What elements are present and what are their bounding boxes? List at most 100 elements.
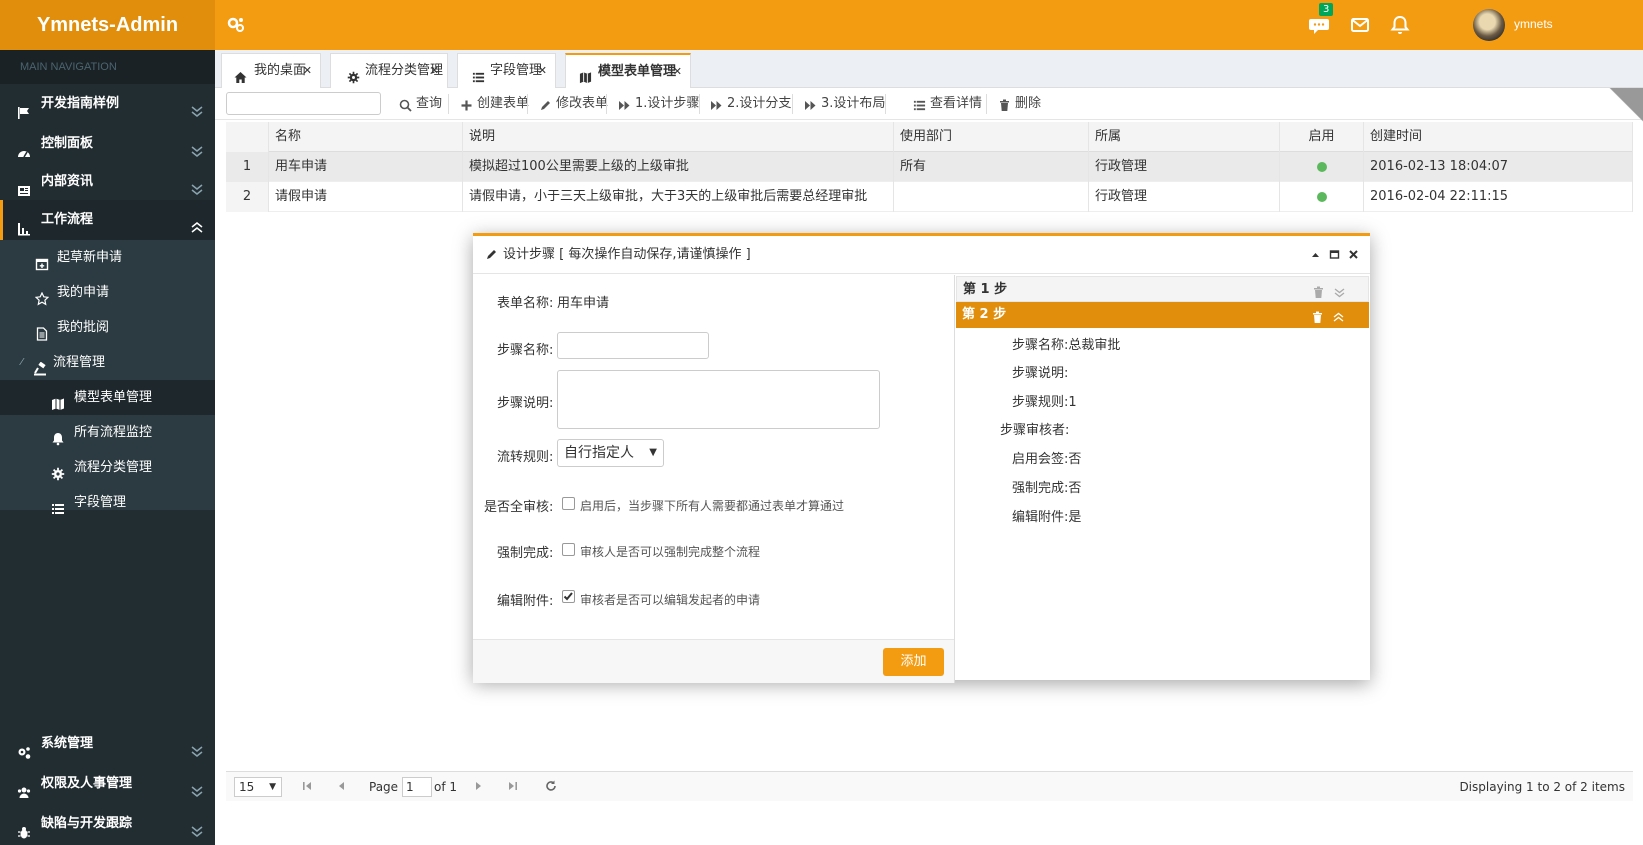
mail-icon[interactable] (1349, 14, 1371, 36)
edit-form-button[interactable]: 修改表单 (539, 92, 608, 116)
gavel-icon (33, 355, 47, 376)
chevron-down-icon (189, 174, 205, 195)
pagination-bar: 15 ▼ Page 1 of 1 Displaying 1 to 2 of 2 i… (226, 771, 1633, 801)
header-cell[interactable]: 启用 (1280, 122, 1364, 152)
step-1-header[interactable]: 第 1 步 (956, 276, 1369, 302)
chevron-up-icon (189, 212, 205, 233)
close-icon[interactable]: ✕ (303, 54, 312, 87)
step-list: 第 1 步 第 2 步 步骤名称:总裁审批 步骤说明: 步骤规则:1 步骤审核者… (955, 275, 1370, 683)
form-name-value: 用车申请 (557, 296, 610, 311)
step-form: 表单名称: 用车申请 步骤名称: 步骤说明: 流转规则: 自行指定人 ▼ 是否全审… (473, 275, 954, 639)
trash-icon (998, 97, 1011, 111)
sidebar-subitem-label: 流程管理 (53, 355, 106, 370)
page-size-select[interactable]: 15 ▼ (234, 777, 282, 797)
refresh-icon[interactable] (544, 779, 558, 793)
fast-forward-icon (618, 97, 631, 110)
header-cell[interactable]: 名称 (269, 122, 463, 152)
add-step-button[interactable]: 添加 (883, 648, 944, 676)
sidebar-toggle-icon[interactable] (226, 15, 246, 35)
header-cell[interactable]: 创建时间 (1364, 122, 1633, 152)
header-cell[interactable]: 所属 (1089, 122, 1280, 152)
home-icon (234, 64, 247, 83)
messages-badge: 3 (1319, 3, 1334, 16)
sidebar-subitem-fields[interactable]: 字段管理 (0, 485, 215, 520)
design-layout-button[interactable]: 3.设计布局 (804, 92, 885, 116)
toolbar-divider (792, 94, 793, 114)
calendar-plus-icon (35, 250, 49, 271)
force-complete-checkbox[interactable] (562, 543, 575, 556)
header-cell[interactable]: 说明 (463, 122, 894, 152)
tab-desktop[interactable]: 我的桌面 ✕ (221, 53, 321, 88)
sidebar-subitem-flow-manage[interactable]: ⁄ 流程管理 (0, 345, 215, 380)
sidebar-subitem-my-reviews[interactable]: 我的批阅 (0, 310, 215, 345)
sidebar-subitem-category[interactable]: 流程分类管理 (0, 450, 215, 485)
step-desc-textarea[interactable] (557, 370, 880, 429)
first-page-icon[interactable] (300, 779, 314, 793)
brand-logo[interactable]: Ymnets-Admin (0, 0, 215, 50)
table-row[interactable]: 1 用车申请 模拟超过100公里需要上级的上级审批 所有 行政管理 2016-0… (226, 152, 1633, 182)
query-button[interactable]: 查询 (399, 92, 442, 116)
document-icon (35, 320, 49, 341)
chevron-down-icon[interactable] (1333, 283, 1346, 298)
detail-force-complete: 强制完成:否 (1012, 477, 1081, 496)
nav-header: MAIN NAVIGATION (0, 50, 215, 84)
messages-icon[interactable] (1308, 14, 1330, 36)
design-branch-button[interactable]: 2.设计分支 (710, 92, 791, 116)
sidebar-item-dashboard[interactable]: 控制面板 (0, 124, 215, 164)
detail-label: 步骤说明: (1012, 366, 1069, 381)
maximize-icon[interactable] (1328, 248, 1341, 261)
cell-dept: 所有 (894, 152, 1089, 182)
flow-rule-select[interactable]: 自行指定人 ▼ (557, 439, 664, 467)
detail-countersign: 启用会签:否 (1012, 448, 1081, 467)
sidebar-item-news[interactable]: 内部资讯 (0, 162, 215, 202)
view-details-button[interactable]: 查看详情 (913, 92, 982, 116)
sidebar-subitem-label: 我的申请 (57, 285, 110, 300)
header-cell[interactable]: 使用部门 (894, 122, 1089, 152)
delete-button[interactable]: 删除 (998, 92, 1041, 116)
step-name-input[interactable] (557, 332, 709, 359)
next-page-icon[interactable] (472, 779, 486, 793)
detail-value: 1 (1068, 395, 1077, 410)
chevron-down-icon (189, 136, 205, 157)
sidebar-item-workflow[interactable]: 工作流程 (0, 200, 215, 240)
list-icon (51, 495, 65, 514)
close-icon[interactable]: ✕ (538, 54, 547, 87)
close-icon[interactable]: ✕ (673, 55, 682, 88)
close-icon[interactable] (1347, 248, 1360, 261)
tab-model-form[interactable]: 模型表单管理 ✕ (565, 53, 691, 88)
user-avatar[interactable] (1473, 9, 1505, 41)
sidebar-subitem-my-requests[interactable]: 我的申请 (0, 275, 215, 310)
notifications-bell-icon[interactable] (1389, 14, 1411, 36)
sidebar-subitem-new-request[interactable]: 起草新申请 (0, 240, 215, 275)
cell-belong: 行政管理 (1089, 152, 1280, 182)
sidebar-subitem-model-form[interactable]: 模型表单管理 (0, 380, 215, 415)
close-icon[interactable]: ✕ (430, 54, 439, 87)
all-approve-checkbox[interactable] (562, 497, 575, 510)
create-form-button[interactable]: 创建表单 (460, 92, 529, 116)
sidebar-item-system[interactable]: 系统管理 (0, 724, 215, 764)
sidebar-subitem-monitor[interactable]: 所有流程监控 (0, 415, 215, 450)
sidebar-item-permissions[interactable]: 权限及人事管理 (0, 764, 215, 804)
user-name[interactable]: ymnets (1514, 17, 1553, 31)
design-steps-button[interactable]: 1.设计步骤 (618, 92, 699, 116)
table-row[interactable]: 2 请假申请 请假申请，小于三天上级审批，大于3天的上级审批后需要总经理审批 行… (226, 182, 1633, 212)
trash-icon[interactable] (1311, 308, 1324, 323)
chevron-up-icon[interactable] (1332, 308, 1345, 322)
tab-label: 字段管理 (490, 63, 543, 78)
sidebar-item-bugs[interactable]: 缺陷与开发跟踪 (0, 804, 215, 844)
detail-value: 是 (1068, 510, 1082, 525)
search-input[interactable] (226, 92, 381, 115)
prev-page-icon[interactable] (334, 779, 348, 793)
sidebar-item-dev-guide[interactable]: 开发指南样例 (0, 84, 215, 124)
last-page-icon[interactable] (506, 779, 520, 793)
tab-fields[interactable]: 字段管理 ✕ (457, 53, 556, 88)
edit-attach-checkbox[interactable] (562, 590, 575, 603)
cell-desc: 模拟超过100公里需要上级的上级审批 (463, 152, 894, 182)
step-2-header[interactable]: 第 2 步 (956, 302, 1369, 328)
tab-flow-category[interactable]: 流程分类管理 ✕ (330, 53, 448, 88)
expand-icon[interactable] (1609, 88, 1643, 122)
trash-icon[interactable] (1312, 283, 1325, 298)
collapse-icon[interactable] (1309, 248, 1322, 261)
page-number-input[interactable]: 1 (402, 777, 432, 797)
toolbar-divider (699, 94, 700, 114)
